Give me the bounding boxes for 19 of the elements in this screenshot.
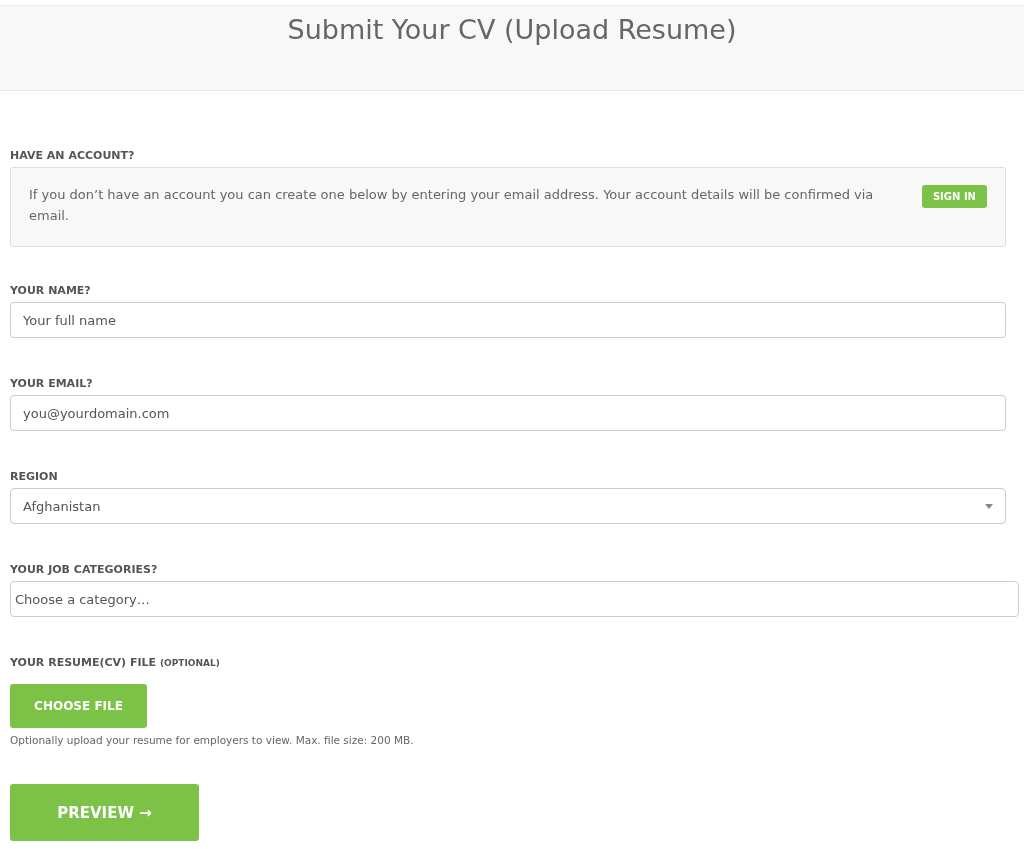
field-label: YOUR RESUME(CV) FILE: [10, 656, 157, 669]
text-input-field[interactable]: Your full name: [10, 302, 1006, 338]
dropdown-caret-icon: [985, 503, 993, 509]
help-text: Optionally upload your resume for employers to view. Max. file size: 200 MB.: [10, 734, 415, 746]
sign-in-button[interactable]: SIGN IN: [921, 185, 987, 208]
category-select-field[interactable]: Choose a category…: [10, 581, 1019, 617]
optional-note: (OPTIONAL): [159, 658, 220, 668]
preview-button[interactable]: PREVIEW →: [10, 784, 199, 841]
notice-text: If you don’t have an account you can create one below by entering your email address. Your account details will be confirmed via email.: [29, 186, 875, 225]
page-title: Submit Your CV (Upload Resume): [286, 13, 738, 45]
region-dropdown[interactable]: Afghanistan: [10, 488, 1006, 524]
choose-file-button[interactable]: CHOOSE FILE: [10, 684, 147, 728]
field-label: REGION: [10, 470, 59, 483]
dropdown-value: Afghanistan: [23, 498, 101, 514]
section-label: HAVE AN ACCOUNT?: [10, 149, 136, 162]
text-input-field[interactable]: you@yourdomain.com: [10, 395, 1006, 431]
field-label: YOUR JOB CATEGORIES?: [10, 563, 159, 576]
field-label: YOUR NAME?: [10, 284, 92, 297]
field-label: YOUR EMAIL?: [10, 377, 94, 390]
